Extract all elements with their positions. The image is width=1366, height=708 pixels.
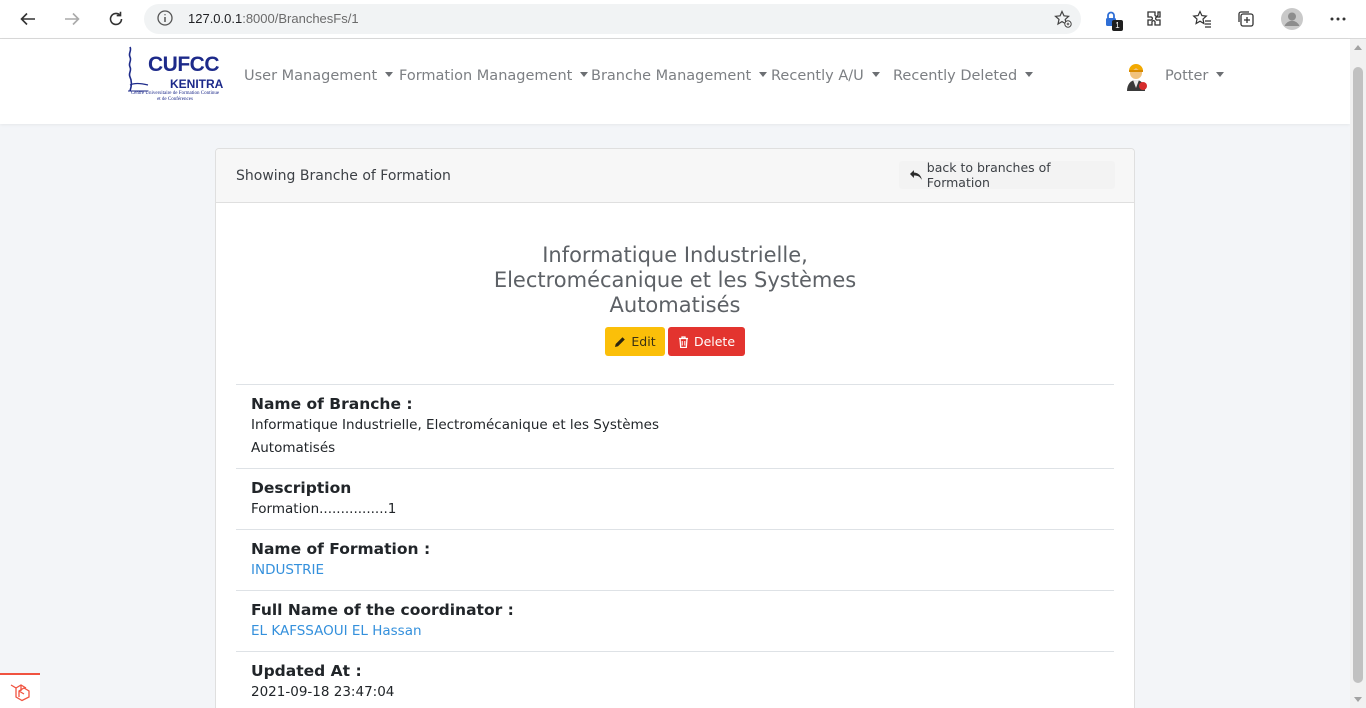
menu-recently-deleted[interactable]: Recently Deleted [893,68,1034,84]
pencil-icon [615,336,626,347]
field-label: Full Name of the coordinator : [251,601,514,619]
site-navbar: CUFCC KENITRA Centre Universitaire de Fo… [0,39,1350,124]
headline-line: Informatique Industrielle, [542,243,808,267]
branche-headline: Informatique Industrielle, Electromécani… [216,243,1134,318]
card-title: Showing Branche of Formation [236,168,451,184]
back-button-label: back to branches of Formation [926,160,1051,190]
menu-label: Formation Management [399,68,573,84]
more-menu-icon[interactable] [1326,7,1350,31]
scroll-down-arrow-icon[interactable] [1354,697,1362,702]
field-value: Automatisés [251,440,336,456]
laravel-debugbar-button[interactable] [0,673,40,708]
address-bar[interactable]: 127.0.0.1:8000/BranchesFs/1 [144,4,1081,34]
reload-icon[interactable] [102,6,130,32]
caret-down-icon [580,72,589,77]
detail-row-branche-name: Name of Branche : Informatique Industrie… [236,384,1114,468]
menu-label: Branche Management [591,68,752,84]
field-label: Name of Formation : [251,540,431,558]
field-value: Informatique Industrielle, Electromécani… [251,417,659,433]
browser-toolbar: 127.0.0.1:8000/BranchesFs/1 1 [0,0,1366,39]
url-text: 127.0.0.1:8000/BranchesFs/1 [188,11,359,26]
detail-row-updated-at: Updated At : 2021-09-18 23:47:04 [236,651,1114,708]
menu-user-management[interactable]: User Management [244,68,394,84]
field-value: Formation................1 [251,501,397,517]
favorite-add-icon[interactable] [1053,9,1073,33]
menu-formation-management[interactable]: Formation Management [399,68,589,84]
caret-down-icon [385,72,394,77]
branche-card: Showing Branche of Formation back to bra… [215,148,1135,708]
logo-tagline: Centre Universitaire de Formation Contin… [130,91,220,102]
collections-icon[interactable] [1234,7,1258,31]
field-label: Description [251,479,352,497]
detail-row-formation: Name of Formation : INDUSTRIE [236,529,1114,590]
extension-badge: 1 [1112,20,1123,31]
headline-line: Electromécanique et les Systèmes [493,268,857,292]
back-to-branches-button[interactable]: back to branches of Formation [899,160,1115,190]
caret-down-icon [1216,72,1225,77]
page-scrollbar[interactable] [1350,39,1366,708]
edit-button[interactable]: Edit [605,327,665,356]
formation-link[interactable]: INDUSTRIE [251,559,1099,582]
user-name: Potter [1165,68,1209,84]
scroll-up-arrow-icon[interactable] [1354,45,1362,50]
scrollbar-thumb[interactable] [1353,67,1363,683]
logo-subtitle: KENITRA [170,77,224,91]
trash-icon [678,335,688,348]
site-info-icon[interactable] [156,9,174,31]
favorites-icon[interactable] [1190,7,1214,31]
delete-button[interactable]: Delete [668,327,745,356]
cufcc-logo[interactable]: CUFCC KENITRA Centre Universitaire de Fo… [124,43,223,107]
extension-lock-icon[interactable]: 1 [1099,7,1123,31]
field-value: 2021-09-18 23:47:04 [251,684,395,700]
profile-avatar-icon[interactable] [1280,7,1304,31]
delete-label: Delete [693,334,736,349]
reply-arrow-icon [909,170,922,180]
caret-down-icon [871,72,880,77]
menu-branche-management[interactable]: Branche Management [591,68,768,84]
forward-arrow-icon[interactable] [58,6,86,32]
coordinator-link[interactable]: EL KAFSSAOUI EL Hassan [251,620,1099,643]
menu-label: User Management [244,68,378,84]
caret-down-icon [1025,72,1034,77]
user-menu[interactable]: Potter [1165,68,1225,84]
field-label: Updated At : [251,662,362,680]
caret-down-icon [759,72,768,77]
detail-row-description: Description Formation................1 [236,468,1114,529]
headline-line: Automatisés [609,293,741,317]
card-header: Showing Branche of Formation back to bra… [216,149,1134,203]
menu-label: Recently A/U [771,68,864,84]
detail-row-coordinator: Full Name of the coordinator : EL KAFSSA… [236,590,1114,651]
menu-recently-au[interactable]: Recently A/U [771,68,880,84]
edit-label: Edit [631,334,656,349]
field-label: Name of Branche : [251,395,413,413]
logo-title: CUFCC [148,53,220,76]
user-avatar[interactable] [1121,61,1151,93]
extensions-puzzle-icon[interactable] [1142,7,1166,31]
menu-label: Recently Deleted [893,68,1018,84]
back-arrow-icon[interactable] [14,6,42,32]
details-list: Name of Branche : Informatique Industrie… [236,384,1114,708]
laravel-logo-icon [10,684,30,702]
